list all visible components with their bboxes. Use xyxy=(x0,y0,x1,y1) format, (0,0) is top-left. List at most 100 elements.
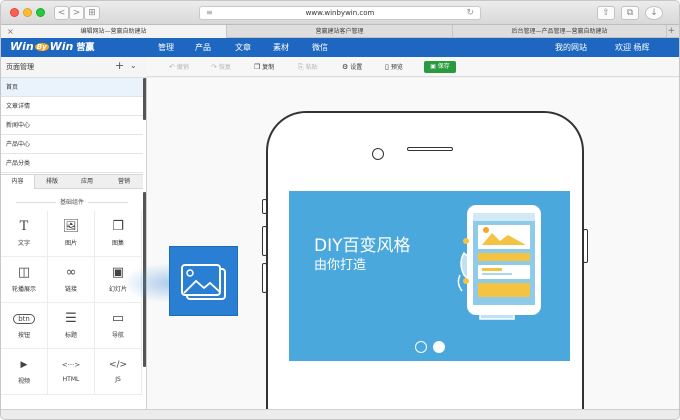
back-button[interactable]: < xyxy=(54,6,69,20)
component-heading[interactable]: ☰ 标题 xyxy=(48,303,95,349)
paste-icon: ⎘ xyxy=(298,63,304,71)
undo-icon: ↶ xyxy=(169,63,175,71)
page-item-products[interactable]: 产品中心 xyxy=(1,135,143,154)
carousel-dot-active[interactable] xyxy=(433,341,445,353)
component-video[interactable]: ▶ 视频 xyxy=(1,349,48,395)
copy-button[interactable]: ❐ 复制 xyxy=(254,57,274,77)
heading-icon: ☰ xyxy=(65,311,77,326)
slideshow-icon xyxy=(181,264,226,300)
phone-mute-switch xyxy=(262,199,267,214)
phone-volume-up xyxy=(262,226,267,256)
browser-titlebar: < > ⊞ ≡ www.winbywin.com ↻ ⇧ ⧉ ↓ xyxy=(1,1,679,25)
editor-toolbar: ↶ 撤销 ↷ 恢复 ❐ 复制 ⎘ 粘贴 ⚙ 设置 ▯ 预览 ▣ 保存 xyxy=(147,57,679,77)
redo-button[interactable]: ↷ 恢复 xyxy=(211,57,231,77)
component-label: 链接 xyxy=(64,286,77,293)
tab-title: 编辑网站—营赢自助建站 xyxy=(80,28,147,35)
browser-tab[interactable]: 营赢建站客户管理 xyxy=(227,25,453,38)
copy-icon: ❐ xyxy=(254,63,261,71)
browser-tab[interactable]: 后台管理—产品管理—营赢自助建站 xyxy=(453,25,667,38)
component-html[interactable]: <···> HTML xyxy=(48,349,95,395)
component-button[interactable]: btn 按钮 xyxy=(1,303,48,349)
nav-assets[interactable]: 素材 xyxy=(273,38,289,57)
close-icon[interactable]: × xyxy=(7,25,14,38)
component-label: 图集 xyxy=(111,240,124,247)
preview-button[interactable]: ▯ 预览 xyxy=(385,57,403,77)
component-text[interactable]: T 文字 xyxy=(1,211,48,257)
page-manager-title: 页面管理 xyxy=(6,63,34,71)
component-label: 标题 xyxy=(64,332,77,339)
component-navigation[interactable]: ▭ 导航 xyxy=(95,303,142,349)
video-icon: ▶ xyxy=(20,360,28,370)
sidebar-toggle-icon[interactable]: ⊞ xyxy=(84,6,100,20)
forward-button[interactable]: > xyxy=(69,6,84,20)
new-tab-icon[interactable]: + xyxy=(667,25,675,38)
carousel-dot[interactable] xyxy=(415,341,427,353)
tab-marketing[interactable]: 营销 xyxy=(105,175,143,189)
address-bar[interactable]: ≡ www.winbywin.com ↻ xyxy=(199,6,481,20)
undo-button[interactable]: ↶ 撤销 xyxy=(169,57,189,77)
page-item-home[interactable]: 首页 xyxy=(1,78,143,97)
page-list-scrollbar[interactable] xyxy=(143,78,146,120)
reader-icon[interactable]: ≡ xyxy=(206,7,213,19)
carousel-icon: ◫ xyxy=(17,265,31,280)
chevron-down-icon[interactable]: ⌄ xyxy=(130,61,137,70)
zoom-window-button[interactable] xyxy=(36,8,45,17)
banner-headline: DIY百变风格 xyxy=(314,236,411,256)
phone-icon: ▯ xyxy=(385,63,389,71)
component-gallery[interactable]: ❐ 图集 xyxy=(95,211,142,257)
phone-speaker xyxy=(407,147,453,151)
add-page-icon[interactable]: + xyxy=(115,59,124,72)
share-icon[interactable]: ⇧ xyxy=(597,6,615,20)
component-label: 导航 xyxy=(111,332,124,339)
paste-button[interactable]: ⎘ 粘贴 xyxy=(298,57,318,77)
component-carousel[interactable]: ◫ 轮播展示 xyxy=(1,257,48,303)
component-label: 视频 xyxy=(17,378,30,385)
tab-content[interactable]: 内容 xyxy=(1,175,35,189)
page-item-article-detail[interactable]: 文章详情 xyxy=(1,97,143,116)
tabs-overview-icon[interactable]: ⧉ xyxy=(621,6,639,20)
gallery-icon: ❐ xyxy=(112,219,124,234)
redo-icon: ↷ xyxy=(211,63,217,71)
phone-power-button xyxy=(583,229,588,263)
reload-icon[interactable]: ↻ xyxy=(466,7,474,19)
settings-button[interactable]: ⚙ 设置 xyxy=(342,57,362,77)
page-item-categories[interactable]: 产品分类 xyxy=(1,154,143,173)
component-label: 轮播展示 xyxy=(11,286,36,293)
component-label: 按钮 xyxy=(17,332,30,339)
tab-layout[interactable]: 排版 xyxy=(35,175,69,189)
minimize-window-button[interactable] xyxy=(23,8,32,17)
section-label: 基础组件 xyxy=(1,197,143,206)
drag-highlight xyxy=(121,263,171,303)
close-window-button[interactable] xyxy=(10,8,19,17)
page-manager-header: 页面管理 + ⌄ xyxy=(1,57,147,78)
nav-manage[interactable]: 管理 xyxy=(158,38,174,57)
url-text: www.winbywin.com xyxy=(305,9,375,17)
component-link[interactable]: ∞ 链接 xyxy=(48,257,95,303)
hand-phone-illustration xyxy=(457,205,541,320)
component-js[interactable]: </> JS xyxy=(95,349,142,395)
component-image[interactable]: 🖼 图片 xyxy=(48,211,95,257)
gear-icon: ⚙ xyxy=(342,63,349,71)
text-icon: T xyxy=(19,219,29,234)
js-icon: </> xyxy=(108,360,128,370)
dragged-slideshow-component[interactable] xyxy=(169,246,238,316)
nav-products[interactable]: 产品 xyxy=(195,38,211,57)
image-icon: 🖼 xyxy=(62,219,80,234)
download-icon[interactable]: ↓ xyxy=(645,6,663,20)
logo[interactable]: Win By Win 营赢 xyxy=(10,40,94,53)
page-item-news[interactable]: 新闻中心 xyxy=(1,116,143,135)
nav-articles[interactable]: 文章 xyxy=(235,38,251,57)
tab-apps[interactable]: 应用 xyxy=(69,175,105,189)
browser-tab[interactable]: × 编辑网站—营赢自助建站 xyxy=(1,25,227,38)
phone-camera xyxy=(372,148,384,160)
phone-volume-down xyxy=(262,263,267,293)
component-label: 文字 xyxy=(17,240,30,247)
my-site-link[interactable]: 我的网站 xyxy=(555,38,587,57)
welcome-user[interactable]: 欢迎 杨辉 xyxy=(615,38,650,57)
save-button[interactable]: ▣ 保存 xyxy=(424,61,456,73)
nav-wechat[interactable]: 微信 xyxy=(312,38,328,57)
component-label: JS xyxy=(115,376,121,383)
tab-title: 营赢建站客户管理 xyxy=(315,28,364,35)
html-icon: <···> xyxy=(61,361,81,369)
component-sidebar: 页面管理 + ⌄ 首页 文章详情 新闻中心 产品中心 产品分类 内容 排版 应用… xyxy=(1,57,147,409)
